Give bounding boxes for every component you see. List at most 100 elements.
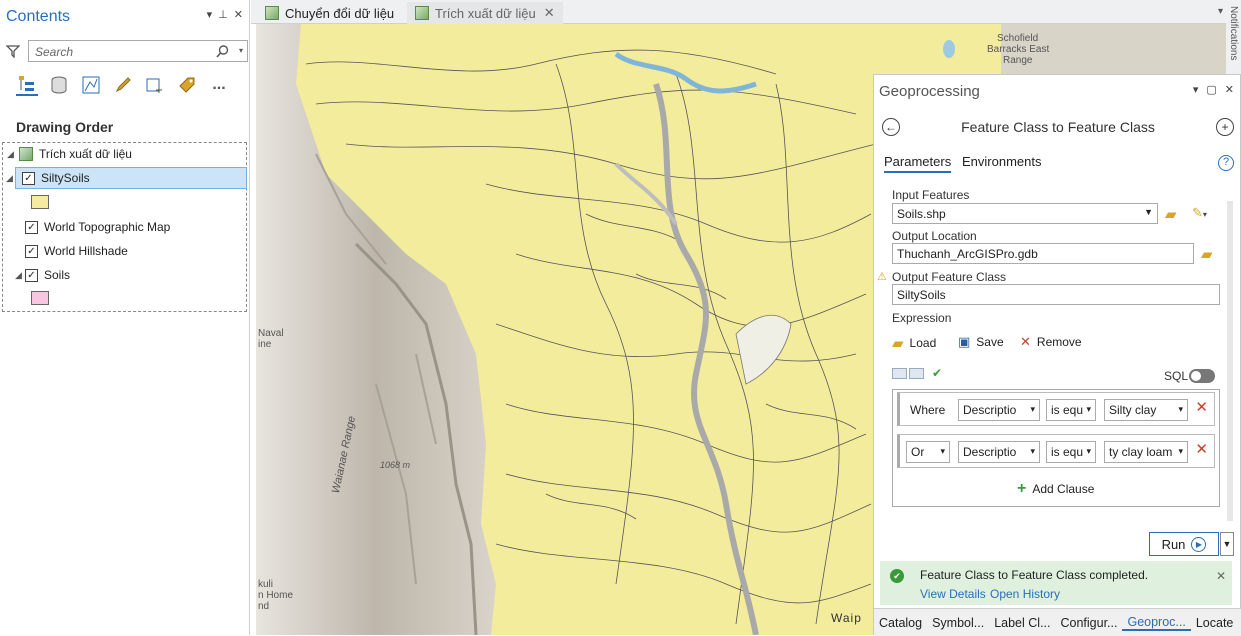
list-by-drawing-order-icon[interactable] <box>16 74 38 96</box>
close-icon[interactable]: ✕ <box>1225 83 1234 96</box>
search-options-icon[interactable]: ▾ <box>239 46 243 55</box>
layer-tree: ◢ Trích xuất dữ liệu ◢ ✓ SiltySoils ✓ Wo… <box>2 142 247 312</box>
notifications-strip[interactable]: Notifications <box>1226 0 1241 74</box>
view-tab-bar: Chuyển đổi dữ liệu Trích xuất dữ liệu ✕ … <box>251 0 1241 24</box>
list-by-source-icon[interactable] <box>48 74 70 96</box>
maximize-icon[interactable]: ▢ <box>1206 83 1216 96</box>
list-by-labeling-icon[interactable] <box>176 74 198 96</box>
browse-folder-icon[interactable]: ▰ <box>1165 205 1177 223</box>
collapse-icon[interactable]: ◢ <box>15 270 25 281</box>
view-text-icon[interactable] <box>909 368 924 379</box>
tab-catalog[interactable]: Catalog <box>874 616 927 630</box>
tab-environments[interactable]: Environments <box>962 154 1041 169</box>
close-icon[interactable]: ✕ <box>1216 569 1226 583</box>
search-input[interactable]: Search ▾ <box>28 40 248 62</box>
chevron-down-icon[interactable]: ▼ <box>1144 207 1153 217</box>
tab-locate[interactable]: Locate <box>1191 616 1239 630</box>
save-button[interactable]: ▣ Save <box>958 334 1004 350</box>
filter-icon[interactable] <box>6 44 20 58</box>
notifications-label: Notifications <box>1228 6 1239 61</box>
tab-trich-xuat-du-lieu[interactable]: Trích xuất dữ liệu ✕ <box>407 2 563 24</box>
tab-configure[interactable]: Configur... <box>1055 616 1122 630</box>
contents-pane: Contents ▾ ⊥ ✕ Search ▾ ... Drawing Orde… <box>0 0 250 635</box>
plus-icon: + <box>1017 480 1027 497</box>
tree-item-world-hillshade[interactable]: ✓ World Hillshade <box>25 240 128 262</box>
pane-menu-icon[interactable]: ▾ <box>1193 83 1199 96</box>
visibility-checkbox[interactable]: ✓ <box>25 244 38 258</box>
tab-chuyen-doi-du-lieu[interactable]: Chuyển đổi dữ liệu <box>257 2 402 24</box>
collapse-icon[interactable]: ◢ <box>7 149 17 160</box>
tab-symbology[interactable]: Symbol... <box>927 616 989 630</box>
field-select[interactable]: Descriptio ▾ <box>958 399 1040 421</box>
remove-button[interactable]: ✕ Remove <box>1020 334 1082 350</box>
expression-label: Expression <box>892 311 952 325</box>
tree-item-world-topographic-map[interactable]: ✓ World Topographic Map <box>25 216 170 238</box>
conjunction-select[interactable]: Or ▾ <box>906 441 950 463</box>
tab-geoprocessing[interactable]: Geoproc... <box>1122 615 1191 631</box>
close-icon[interactable]: ✕ <box>234 8 243 21</box>
add-clause-button[interactable]: + Add Clause <box>1017 480 1094 498</box>
output-feature-class-field[interactable]: SiltySoils <box>892 284 1220 305</box>
input-features-value: Soils.shp <box>897 207 946 221</box>
add-icon[interactable]: + <box>1216 118 1234 136</box>
folder-icon: ▰ <box>892 335 904 352</box>
output-location-value: Thuchanh_ArcGISPro.gdb <box>897 247 1038 261</box>
list-by-selection-icon[interactable] <box>80 74 102 96</box>
chevron-down-icon: ▾ <box>1178 446 1183 456</box>
siltysoils-symbol-swatch[interactable] <box>31 195 49 209</box>
value-select[interactable]: ty clay loam ▾ <box>1104 441 1188 463</box>
list-by-editing-icon[interactable] <box>112 74 134 96</box>
map-label: nd <box>258 601 270 612</box>
tree-item-map[interactable]: ◢ Trích xuất dữ liệu <box>3 143 244 165</box>
visibility-checkbox[interactable]: ✓ <box>22 171 35 185</box>
output-location-field[interactable]: Thuchanh_ArcGISPro.gdb <box>892 243 1194 264</box>
collapse-icon[interactable]: ◢ <box>6 173 16 184</box>
operator-select[interactable]: is equ ▾ <box>1046 399 1096 421</box>
delete-clause-icon[interactable]: ✕ <box>1195 398 1208 416</box>
field-select[interactable]: Descriptio ▾ <box>958 441 1040 463</box>
tab-list-dropdown-icon[interactable]: ▾ <box>1218 6 1223 17</box>
input-features-field[interactable]: Soils.shp ▼ <box>892 203 1158 224</box>
validate-icon[interactable]: ✔ <box>932 366 942 380</box>
more-options-icon[interactable]: ... <box>208 74 230 96</box>
create-features-icon[interactable]: ✎▾ <box>1192 205 1207 221</box>
pin-icon[interactable]: ⊥ <box>218 8 228 21</box>
visibility-checkbox[interactable]: ✓ <box>25 268 38 282</box>
conjunction-value: Or <box>911 445 925 459</box>
delete-clause-icon[interactable]: ✕ <box>1195 440 1208 458</box>
run-button[interactable]: Run ▶ <box>1149 532 1219 556</box>
search-icon[interactable] <box>216 45 229 58</box>
close-tab-icon[interactable]: ✕ <box>544 5 555 21</box>
map-label: kuli <box>258 579 274 590</box>
value-select[interactable]: Silty clay ▾ <box>1104 399 1188 421</box>
visibility-checkbox[interactable]: ✓ <box>25 220 38 234</box>
clause-row: Or ▾ Descriptio ▾ is equ ▾ ty clay loam ▾ ✕ <box>897 434 1215 468</box>
browse-folder-icon[interactable]: ▰ <box>1201 245 1213 263</box>
tab-parameters[interactable]: Parameters <box>884 154 952 173</box>
operator-value: is equ <box>1051 403 1084 417</box>
run-options-dropdown[interactable]: ▼ <box>1220 532 1234 556</box>
layer-label: SiltySoils <box>41 171 90 185</box>
input-features-label: Input Features <box>892 188 970 202</box>
layer-label: Trích xuất dữ liệu <box>39 147 132 161</box>
open-history-link[interactable]: Open History <box>990 587 1060 601</box>
load-button[interactable]: ▰ Load <box>892 334 936 352</box>
pane-menu-icon[interactable]: ▾ <box>207 8 213 21</box>
view-details-link[interactable]: View Details <box>920 587 986 601</box>
sql-toggle[interactable] <box>1189 369 1215 383</box>
chevron-down-icon: ▾ <box>1030 404 1035 414</box>
tab-label-class[interactable]: Label Cl... <box>989 616 1055 630</box>
field-value: Descriptio <box>963 445 1017 459</box>
tree-item-siltysoils[interactable]: ◢ ✓ SiltySoils <box>6 167 247 189</box>
map-label: Waip <box>831 611 862 625</box>
soils-symbol-swatch[interactable] <box>31 291 49 305</box>
value-value: Silty clay <box>1109 403 1157 417</box>
search-placeholder: Search <box>35 45 74 59</box>
help-icon[interactable]: ? <box>1218 155 1234 171</box>
operator-select[interactable]: is equ ▾ <box>1046 441 1096 463</box>
tree-item-soils[interactable]: ◢ ✓ Soils <box>11 264 70 286</box>
view-builder-icon[interactable] <box>892 368 907 379</box>
list-by-snapping-icon[interactable] <box>144 74 166 96</box>
scrollbar[interactable] <box>1227 201 1233 521</box>
map-label: Range <box>1003 55 1033 66</box>
